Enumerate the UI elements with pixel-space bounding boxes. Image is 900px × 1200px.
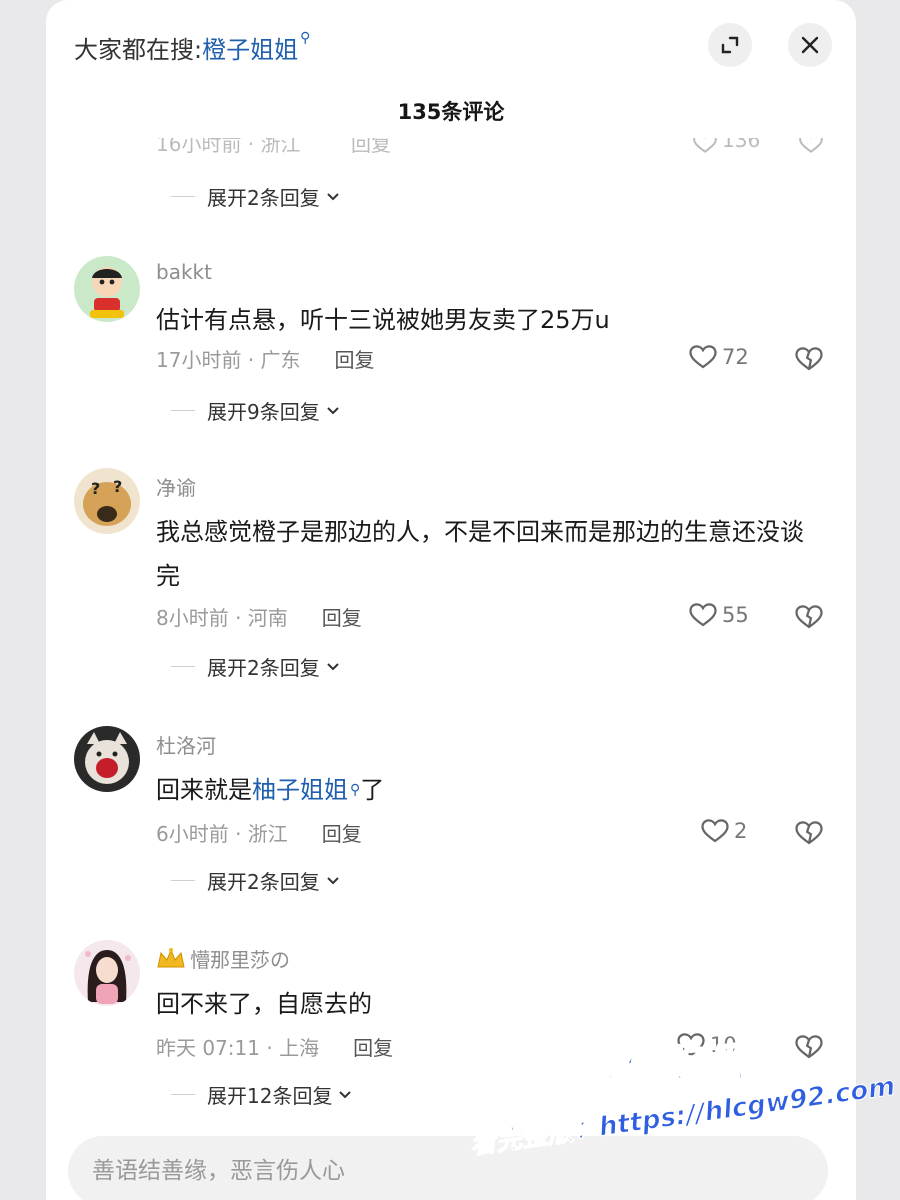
hot-search-label: 大家都在搜: <box>74 36 203 64</box>
expand-replies-label: 展开9条回复 <box>207 400 320 424</box>
time-location: 6小时前 · 浙江 <box>156 822 288 846</box>
like-count: 55 <box>722 603 749 627</box>
expand-replies-label: 展开12条回复 <box>207 1084 333 1108</box>
partial-comment-meta: 16小时前 · 浙江 回复 136 <box>156 128 836 158</box>
expand-replies-label: 展开2条回复 <box>207 186 320 210</box>
comment-meta: 8小时前 · 河南 回复 <box>156 602 362 631</box>
expand-replies[interactable]: 展开12条回复 <box>171 1080 352 1109</box>
hot-search[interactable]: 大家都在搜:橙子姐姐 ⚲ <box>74 30 310 65</box>
comment-text-part: 了 <box>360 776 385 804</box>
reply-button[interactable]: 回复 <box>322 606 362 630</box>
broken-heart-icon[interactable] <box>794 602 824 632</box>
expand-replies[interactable]: 展开2条回复 <box>171 652 340 681</box>
like-button[interactable]: 55 <box>688 600 749 630</box>
expand-button[interactable] <box>708 23 752 67</box>
comment-meta: 6小时前 · 浙江 回复 <box>156 818 362 847</box>
nickname[interactable]: 净谕 <box>156 472 196 501</box>
comment-header: 大家都在搜:橙子姐姐 ⚲ 135条评论 <box>46 0 856 124</box>
divider <box>171 410 195 411</box>
comment-sheet: 大家都在搜:橙子姐姐 ⚲ 135条评论 16小时前 · 浙江 回复 136 展开2… <box>46 0 856 1200</box>
comment-text: 回不来了，自愿去的 <box>156 990 372 1018</box>
broken-heart-icon[interactable] <box>798 130 824 156</box>
time-location: 昨天 07:11 · 上海 <box>156 1036 320 1060</box>
svg-text:?: ? <box>113 477 122 496</box>
heart-icon[interactable] <box>692 130 718 156</box>
close-icon <box>801 36 819 54</box>
chevron-down-icon <box>339 1090 352 1098</box>
expand-replies[interactable]: 展开9条回复 <box>171 396 340 425</box>
comment-text: 估计有点悬，听十三说被她男友卖了25万u <box>156 306 610 334</box>
like-count: 2 <box>734 819 748 843</box>
watermark-title: 黑料吃瓜网 <box>573 1037 790 1088</box>
divider <box>171 880 195 881</box>
avatar[interactable] <box>74 940 140 1006</box>
comment-list[interactable]: 16小时前 · 浙江 回复 136 展开2条回复 bakkt 估计有点悬，听十三… <box>46 124 856 1124</box>
time-location: 8小时前 · 河南 <box>156 606 288 630</box>
chevron-down-icon <box>327 876 339 884</box>
like-button[interactable]: 2 <box>700 816 747 846</box>
reply-button[interactable]: 回复 <box>335 348 375 372</box>
heart-icon <box>689 345 717 369</box>
comment-text-part: 回来就是 <box>156 776 252 804</box>
avatar[interactable] <box>74 256 140 322</box>
heart-icon <box>689 603 717 627</box>
expand-replies-label: 展开2条回复 <box>207 870 320 894</box>
search-icon: ⚲ <box>350 782 361 798</box>
reply-button[interactable]: 回复 <box>322 822 362 846</box>
comment-meta: 17小时前 · 广东 回复 <box>156 344 375 373</box>
like-count: 136 <box>722 128 761 152</box>
divider <box>171 196 195 197</box>
reply-button[interactable]: 回复 <box>353 1036 393 1060</box>
nickname[interactable]: 杜洛河 <box>156 730 216 759</box>
divider <box>171 666 195 667</box>
hot-search-keyword[interactable]: 橙子姐姐 <box>202 36 298 64</box>
comment-count: 135条评论 <box>397 100 505 124</box>
comment-text: 回来就是柚子姐姐 ⚲了 <box>156 768 816 812</box>
comment-meta: 昨天 07:11 · 上海 回复 <box>156 1032 393 1061</box>
crown-icon <box>157 947 185 967</box>
comment-keyword-link[interactable]: 柚子姐姐 <box>252 776 348 804</box>
like-count: 72 <box>722 345 749 369</box>
reply-button[interactable]: 回复 <box>351 138 391 157</box>
expand-replies[interactable]: 展开2条回复 <box>171 182 340 211</box>
time-location: 16小时前 · 浙江 <box>156 132 301 156</box>
chevron-down-icon <box>327 662 339 670</box>
avatar[interactable]: ? ? <box>74 468 140 534</box>
search-icon: ⚲ <box>300 30 311 46</box>
chevron-down-icon <box>327 406 339 414</box>
divider <box>171 1094 195 1095</box>
watermark: 黑料吃瓜网 看完整版：https://hlcgw92.com <box>468 1025 900 1200</box>
broken-heart-icon[interactable] <box>794 344 824 374</box>
avatar[interactable] <box>74 726 140 792</box>
heart-icon <box>701 819 729 843</box>
nickname-row[interactable]: 懵那里莎の <box>156 944 290 973</box>
expand-icon <box>721 36 739 54</box>
close-button[interactable] <box>788 23 832 67</box>
nickname: 懵那里莎の <box>190 948 290 972</box>
expand-replies[interactable]: 展开2条回复 <box>171 866 340 895</box>
svg-text:?: ? <box>91 479 100 498</box>
time-location: 17小时前 · 广东 <box>156 348 301 372</box>
chevron-down-icon <box>327 192 339 200</box>
broken-heart-icon[interactable] <box>794 818 824 848</box>
nickname[interactable]: bakkt <box>156 260 212 284</box>
comment-text: 我总感觉橙子是那边的人，不是不回来而是那边的生意还没谈完 <box>156 518 804 590</box>
like-button[interactable]: 72 <box>688 342 749 372</box>
expand-replies-label: 展开2条回复 <box>207 656 320 680</box>
